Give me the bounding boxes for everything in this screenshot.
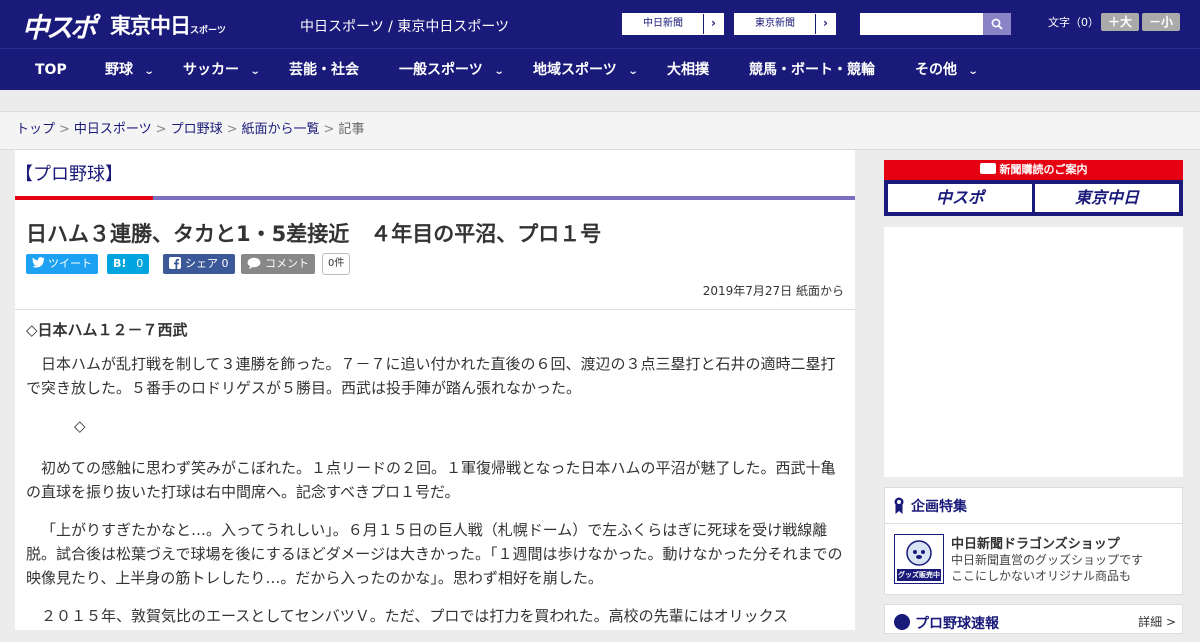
search-button[interactable] <box>983 13 1011 35</box>
breadcrumb-separator: > <box>323 122 335 137</box>
search-icon <box>991 18 1003 30</box>
breadcrumb-top[interactable]: トップ <box>16 122 55 137</box>
nav-label: 芸能・社会 <box>289 62 359 78</box>
comment-label: コメント <box>265 257 309 270</box>
tokyo-logo-small: スポーツ <box>190 26 226 36</box>
ribbon-icon <box>894 497 904 514</box>
chunichi-link-label: 中日新聞 <box>643 18 683 29</box>
comment-button[interactable]: コメント <box>241 254 315 274</box>
nav-label: 一般スポーツ <box>399 62 483 78</box>
font-size-down-button[interactable]: －小 <box>1142 13 1180 31</box>
nav-item-general-sports[interactable]: 一般スポーツ ⌄ <box>399 49 505 91</box>
subscription-banner[interactable]: 新聞購読のご案内 中スポ 東京中日 <box>884 160 1183 216</box>
hatena-icon: B! <box>113 257 127 270</box>
article-main: 【プロ野球】 日ハム３連勝、タカと1・5差接近 ４年目の平沼、プロ１号 ツイート… <box>15 150 855 630</box>
description-line: ここにしかないオリジナル商品も <box>951 569 1132 583</box>
newspaper-icon <box>979 163 996 174</box>
nav-label: 野球 <box>105 62 133 78</box>
breadcrumb-current: 記事 <box>338 122 365 137</box>
nav-item-local-sports[interactable]: 地域スポーツ ⌄ <box>533 49 639 91</box>
nav-label: その他 <box>915 62 957 78</box>
font-size-up-button[interactable]: ＋大 <box>1101 13 1139 31</box>
nav-item-top[interactable]: TOP <box>35 49 67 91</box>
dragons-shop-thumbnail[interactable]: グッズ販売中 <box>894 534 944 584</box>
tokyo-chunichi-logo[interactable]: 東京中日スポーツ <box>110 10 226 40</box>
nav-label: サッカー <box>183 62 239 78</box>
thumbnail-caption: グッズ販売中 <box>898 571 940 579</box>
chevron-down-icon: ⌄ <box>967 66 979 77</box>
tweet-button[interactable]: ツイート <box>26 254 98 274</box>
article-paragraph: 日本ハムが乱打戦を制して３連勝を飾った。７－７に追い付かれた直後の６回、渡辺の３… <box>26 355 836 397</box>
nav-label: 競馬・ボート・競輪 <box>749 62 875 78</box>
tweet-label: ツイート <box>48 257 92 270</box>
article-paragraph: 「上がりすぎたかなと…。入ってうれしい」。６月１５日の巨人戦（札幌ドーム）で左ふ… <box>26 521 843 587</box>
chevron-down-icon: ⌄ <box>627 66 639 77</box>
breadcrumb-separator: > <box>59 122 70 137</box>
ad-slot <box>884 227 1183 477</box>
feature-title: 企画特集 <box>911 499 967 515</box>
twitter-icon <box>32 257 45 268</box>
nav-label: 地域スポーツ <box>533 62 617 78</box>
dragons-shop-link[interactable]: 中日新聞ドラゴンズショップ <box>951 533 1120 552</box>
nav-item-entertainment[interactable]: 芸能・社会 <box>289 49 359 91</box>
main-nav: TOP 野球 ⌄ サッカー ⌄ 芸能・社会 一般スポーツ ⌄ 地域スポーツ ⌄ 大相撲 … <box>0 48 1200 90</box>
nav-item-other[interactable]: その他 ⌄ <box>915 49 979 91</box>
feature-header: 企画特集 <box>885 488 1182 524</box>
site-header: 中スポ 東京中日スポーツ 中日スポーツ / 東京中日スポーツ 中日新聞 › 東京… <box>0 0 1200 48</box>
article-date: 2019年7月27日 紙面から <box>702 284 844 298</box>
article-paragraph: 初めての感触に思わず笑みがこぼれた。１点リードの２回。１軍復帰戦となった日本ハム… <box>26 459 836 501</box>
breadcrumb-separator: > <box>226 122 238 137</box>
chevron-right-icon: › <box>815 14 835 34</box>
font-size-label: 文字（0） <box>1048 16 1099 29</box>
breadcrumb-separator: > <box>155 122 167 137</box>
breadcrumb-pro-baseball[interactable]: プロ野球 <box>171 122 223 137</box>
tokyo-link-label: 東京新聞 <box>755 18 795 29</box>
facebook-share-button[interactable]: シェア 0 <box>163 254 235 274</box>
article-body: ◇日本ハム１２－７西武 日本ハムが乱打戦を制して３連勝を飾った。７－７に追い付か… <box>26 318 844 642</box>
breadcrumb-chunichi-sports[interactable]: 中日スポーツ <box>74 122 152 137</box>
nav-label: 大相撲 <box>667 62 709 78</box>
nav-label: TOP <box>35 62 67 78</box>
nav-item-baseball[interactable]: 野球 ⌄ <box>105 49 155 91</box>
tokyo-logo-text: 東京中日 <box>110 14 191 38</box>
article-section-marker: ◇ <box>74 417 86 435</box>
site-title: 中日スポーツ / 東京中日スポーツ <box>300 19 510 35</box>
feature-box: 企画特集 グッズ販売中 中日新聞ドラゴンズショップ 中日新聞直営のグッズショップ… <box>884 487 1183 595</box>
baseball-live-more-link[interactable]: 詳細 > <box>1138 613 1176 630</box>
subscription-title: 新聞購読のご案内 <box>884 160 1183 180</box>
headline-box: 日ハム３連勝、タカと1・5差接近 ４年目の平沼、プロ１号 ツイート B! 0 シ… <box>15 200 855 310</box>
chevron-down-icon: ⌄ <box>493 66 505 77</box>
hatena-count: 0 <box>136 257 144 270</box>
header-gap <box>0 90 1200 112</box>
tokyo-shimbun-link[interactable]: 東京新聞 › <box>734 13 836 35</box>
subscribe-tokyo-button[interactable]: 東京中日 <box>1035 184 1179 212</box>
speech-bubble-icon <box>247 257 261 269</box>
subscription-title-text: 新聞購読のご案内 <box>999 163 1088 176</box>
description-line: 中日新聞直営のグッズショップです <box>951 553 1144 567</box>
chevron-down-icon: ⌄ <box>143 66 155 77</box>
hatena-bookmark-button[interactable]: B! 0 <box>107 254 150 274</box>
breadcrumb-print-list[interactable]: 紙面から一覧 <box>242 122 320 137</box>
subscribe-chusupo-button[interactable]: 中スポ <box>888 184 1032 212</box>
dragons-shop-description: 中日新聞直営のグッズショップです ここにしかないオリジナル商品も <box>951 552 1143 584</box>
baseball-icon <box>894 614 910 630</box>
baseball-live-title: プロ野球速報 <box>915 616 999 632</box>
facebook-icon <box>169 257 181 269</box>
breadcrumb: トップ > 中日スポーツ > プロ野球 > 紙面から一覧 > 記事 <box>0 112 1200 150</box>
game-score-heading: ◇日本ハム１２－７西武 <box>26 321 188 339</box>
chevron-down-icon: ⌄ <box>249 66 261 77</box>
nav-item-sumo[interactable]: 大相撲 <box>667 49 709 91</box>
nav-item-soccer[interactable]: サッカー ⌄ <box>183 49 261 91</box>
chusupo-logo[interactable]: 中スポ <box>22 6 97 45</box>
section-label: 【プロ野球】 <box>15 164 123 185</box>
chevron-right-icon: › <box>703 14 723 34</box>
comment-count-badge: 0件 <box>322 253 351 275</box>
facebook-share-label: シェア 0 <box>185 257 229 270</box>
chunichi-shimbun-link[interactable]: 中日新聞 › <box>622 13 724 35</box>
nav-item-racing[interactable]: 競馬・ボート・競輪 <box>749 49 875 91</box>
article-paragraph: ２０１５年、敦賀気比のエースとしてセンバツＶ。ただ、プロでは打力を買われた。高校… <box>41 607 789 625</box>
search-input[interactable] <box>860 13 984 35</box>
article-headline: 日ハム３連勝、タカと1・5差接近 ４年目の平沼、プロ１号 <box>26 222 602 246</box>
